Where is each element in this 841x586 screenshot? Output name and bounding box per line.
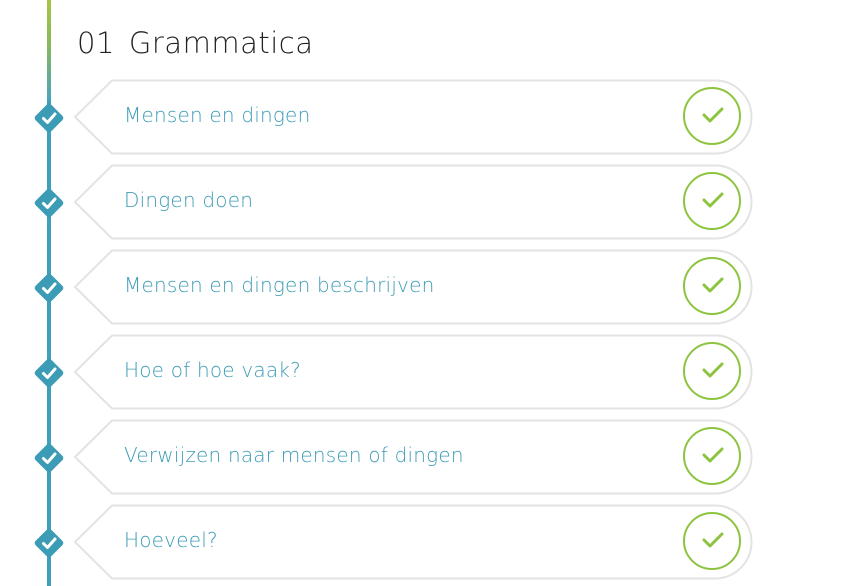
completed-node-icon (33, 272, 65, 304)
completed-check-icon (683, 172, 741, 230)
lesson-label: Hoe of hoe vaak? (124, 358, 301, 382)
lesson-list: Mensen en dingen Dingen doen Mensen en din… (0, 0, 841, 586)
completed-check-icon (683, 87, 741, 145)
lesson-item: Mensen en dingen beschrijven (0, 249, 841, 325)
lesson-label: Mensen en dingen (124, 103, 311, 127)
lesson-label: Mensen en dingen beschrijven (124, 273, 435, 297)
completed-check-icon (683, 427, 741, 485)
completed-node-icon (33, 187, 65, 219)
completed-node-icon (33, 102, 65, 134)
lesson-label: Hoeveel? (124, 528, 218, 552)
lesson-item: Dingen doen (0, 164, 841, 240)
lesson-card[interactable]: Dingen doen (72, 164, 754, 240)
lesson-item: Hoe of hoe vaak? (0, 334, 841, 410)
lesson-label: Dingen doen (124, 188, 254, 212)
lesson-card[interactable]: Mensen en dingen beschrijven (72, 249, 754, 325)
completed-node-icon (33, 442, 65, 474)
completed-node-icon (33, 357, 65, 389)
lesson-card[interactable]: Hoe of hoe vaak? (72, 334, 754, 410)
lesson-item: Verwijzen naar mensen of dingen (0, 419, 841, 495)
lesson-item: Hoeveel? (0, 504, 841, 580)
lesson-card[interactable]: Verwijzen naar mensen of dingen (72, 419, 754, 495)
completed-check-icon (683, 257, 741, 315)
lesson-label: Verwijzen naar mensen of dingen (124, 443, 464, 467)
lesson-card[interactable]: Hoeveel? (72, 504, 754, 580)
completed-check-icon (683, 512, 741, 570)
lesson-card[interactable]: Mensen en dingen (72, 79, 754, 155)
lesson-item: Mensen en dingen (0, 79, 841, 155)
completed-node-icon (33, 527, 65, 559)
completed-check-icon (683, 342, 741, 400)
